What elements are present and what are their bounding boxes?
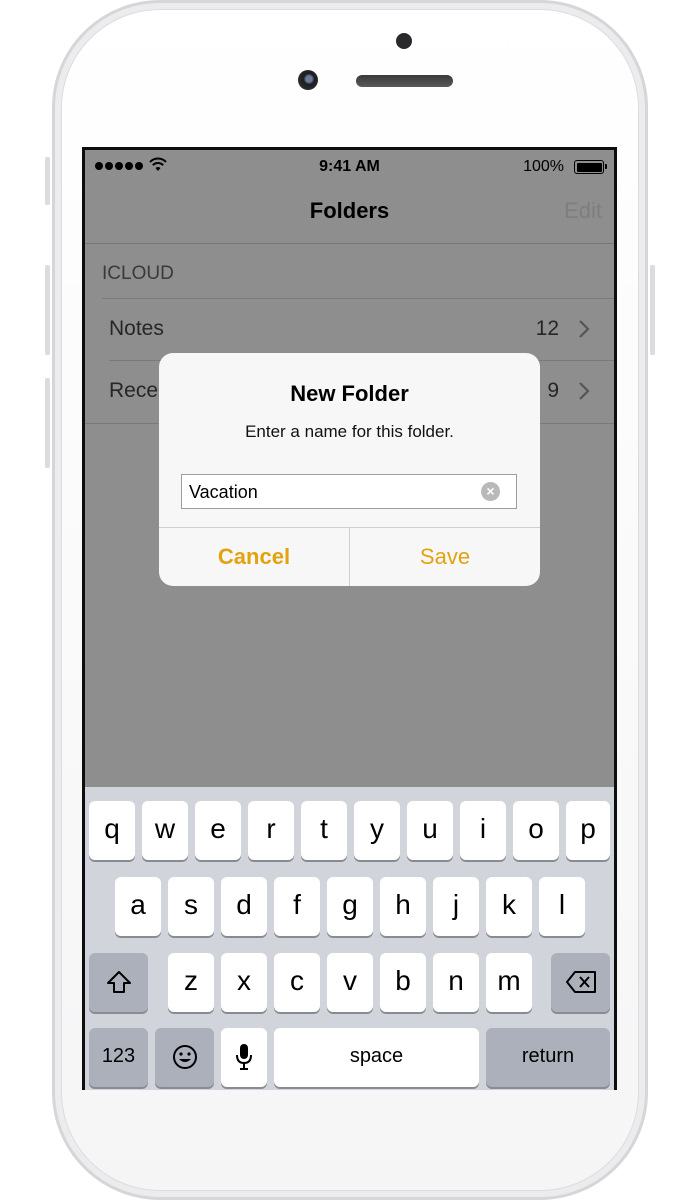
delete-key[interactable]: [551, 953, 610, 1012]
alert-title: New Folder: [290, 381, 409, 406]
save-button[interactable]: Save: [350, 528, 540, 586]
front-sensor: [396, 33, 412, 49]
keyboard: q w e r t y u i o p a s d f g h j k l z …: [85, 787, 614, 1090]
key-c[interactable]: c: [274, 953, 320, 1012]
battery-percent: 100%: [523, 158, 564, 175]
mute-switch: [45, 157, 50, 205]
status-bar: 9:41 AM 100%: [85, 150, 614, 186]
power-button: [650, 265, 655, 355]
emoji-icon: [172, 1045, 197, 1069]
space-key[interactable]: space: [274, 1028, 479, 1087]
key-u[interactable]: u: [407, 801, 453, 860]
alert-message: Enter a name for this folder.: [245, 422, 454, 441]
key-v[interactable]: v: [327, 953, 373, 1012]
edit-button[interactable]: Edit: [564, 198, 602, 224]
chevron-right-icon: [579, 382, 590, 400]
shift-key[interactable]: [89, 953, 148, 1012]
chevron-right-icon: [579, 320, 590, 338]
folder-label: Rece: [109, 379, 159, 402]
key-o[interactable]: o: [513, 801, 559, 860]
key-r[interactable]: r: [248, 801, 294, 860]
key-t[interactable]: t: [301, 801, 347, 860]
folder-name-input[interactable]: Vacation ×: [181, 474, 517, 509]
key-g[interactable]: g: [327, 877, 373, 936]
nav-title: Folders: [309, 198, 390, 223]
key-x[interactable]: x: [221, 953, 267, 1012]
key-q[interactable]: q: [89, 801, 135, 860]
volume-up-button: [45, 265, 50, 355]
key-h[interactable]: h: [380, 877, 426, 936]
numbers-key[interactable]: 123: [89, 1028, 148, 1087]
key-l[interactable]: l: [539, 877, 585, 936]
shift-icon: [106, 971, 131, 993]
key-m[interactable]: m: [486, 953, 532, 1012]
battery-icon: [574, 160, 607, 174]
key-j[interactable]: j: [433, 877, 479, 936]
dictation-key[interactable]: [221, 1028, 267, 1087]
display: 9:41 AM 100% Folders Edit ICLOUD Notes 1…: [85, 150, 614, 1090]
folder-count: 12: [535, 317, 559, 340]
emoji-key[interactable]: [155, 1028, 214, 1087]
folder-count: 9: [547, 379, 559, 402]
key-p[interactable]: p: [566, 801, 610, 860]
new-folder-alert: New Folder Enter a name for this folder.…: [159, 353, 540, 586]
cancel-button[interactable]: Cancel: [159, 528, 349, 586]
microphone-icon: [236, 1044, 252, 1070]
key-d[interactable]: d: [221, 877, 267, 936]
folder-label: Notes: [109, 317, 164, 340]
screen: 9:41 AM 100% Folders Edit ICLOUD Notes 1…: [82, 147, 617, 1090]
key-f[interactable]: f: [274, 877, 320, 936]
key-a[interactable]: a: [115, 877, 161, 936]
front-camera-icon: [298, 70, 318, 90]
delete-icon: [565, 971, 596, 993]
folder-row-notes[interactable]: Notes 12: [85, 299, 614, 361]
key-i[interactable]: i: [460, 801, 506, 860]
key-y[interactable]: y: [354, 801, 400, 860]
earpiece-speaker: [356, 75, 453, 87]
clear-text-icon[interactable]: ×: [481, 482, 500, 501]
key-s[interactable]: s: [168, 877, 214, 936]
folder-name-value: Vacation: [189, 482, 258, 502]
key-k[interactable]: k: [486, 877, 532, 936]
key-z[interactable]: z: [168, 953, 214, 1012]
return-key[interactable]: return: [486, 1028, 610, 1087]
key-n[interactable]: n: [433, 953, 479, 1012]
nav-divider: [85, 243, 614, 244]
key-b[interactable]: b: [380, 953, 426, 1012]
section-header-icloud: ICLOUD: [102, 263, 174, 284]
key-w[interactable]: w: [142, 801, 188, 860]
key-e[interactable]: e: [195, 801, 241, 860]
volume-down-button: [45, 378, 50, 468]
